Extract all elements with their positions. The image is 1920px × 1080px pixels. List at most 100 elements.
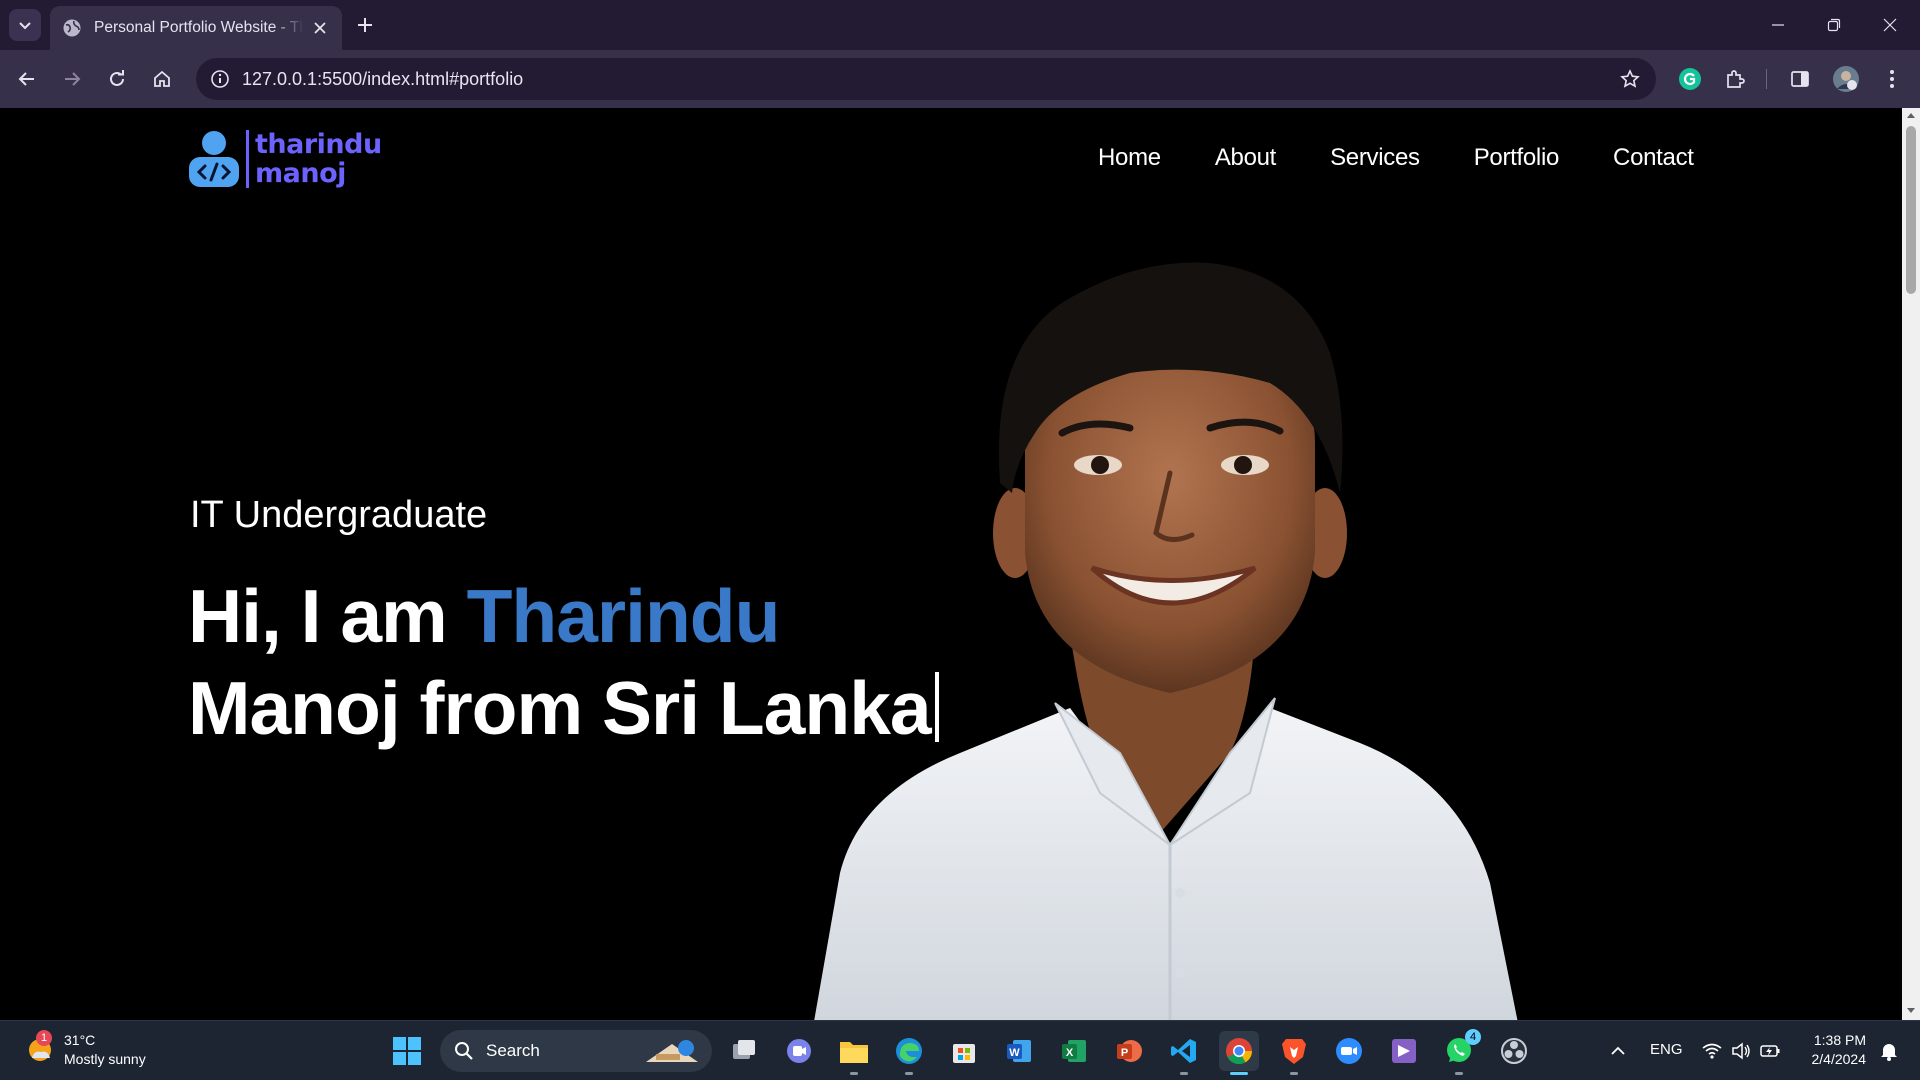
profile-button[interactable] [1830,63,1862,95]
search-highlight-icon [646,1040,698,1062]
chrome-button[interactable] [1219,1031,1259,1075]
bookmark-button[interactable] [1614,63,1646,95]
page-scrollbar[interactable] [1902,108,1920,1020]
restore-button[interactable] [1806,0,1862,50]
nav-home[interactable]: Home [1098,144,1161,172]
show-hidden-icons-button[interactable] [1598,1031,1638,1071]
star-icon [1620,69,1640,88]
vscode-button[interactable] [1164,1031,1204,1075]
svg-text:X: X [1066,1047,1074,1059]
nav-contact[interactable]: Contact [1613,144,1694,172]
side-panel-icon [1791,71,1809,87]
reload-icon [110,70,124,86]
visual-studio-icon [1392,1039,1416,1063]
language-indicator[interactable]: ENG [1650,1041,1683,1058]
weather-badge: 1 [36,1030,52,1046]
developer-avatar-icon [189,131,239,187]
url-text: 127.0.0.1:5500/index.html#portfolio [242,69,524,89]
wifi-status[interactable] [1697,1031,1727,1071]
site-logo[interactable]: tharindu manoj [188,130,382,188]
running-indicator [1455,1072,1463,1075]
whatsapp-button[interactable]: 4 [1439,1029,1481,1075]
edge-icon [896,1038,922,1064]
wifi-icon [1702,1043,1722,1059]
main-nav: Home About Services Portfolio Contact [1098,144,1748,172]
microsoft-store-button[interactable] [944,1031,984,1071]
volume-status[interactable] [1726,1031,1756,1071]
browser-tab-active[interactable]: Personal Portfolio Website - Tharindu Ma… [50,6,342,50]
system-clock[interactable]: 1:38 PM 2/4/2024 [1812,1031,1867,1069]
close-tab-button[interactable] [310,18,330,38]
tab-title: Personal Portfolio Website - Tharindu Ma… [94,19,304,36]
puzzle-icon [1727,70,1745,88]
reload-button[interactable] [101,63,133,95]
restore-icon [1827,18,1841,32]
headline-prefix: Hi, I am [188,574,467,658]
weather-widget[interactable]: 1 31°C Mostly sunny [24,1030,146,1069]
obs-button[interactable] [1494,1031,1534,1071]
chevron-up-icon [1611,1046,1625,1055]
teams-chat-button[interactable] [779,1031,819,1071]
minimize-button[interactable] [1750,0,1806,50]
address-bar[interactable]: 127.0.0.1:5500/index.html#portfolio [196,58,1656,100]
running-indicator [905,1072,913,1075]
logo-divider [246,130,249,188]
running-indicator [1180,1072,1188,1075]
headline-name: Tharindu [466,574,781,658]
svg-text:P: P [1121,1047,1128,1059]
scroll-down-arrow[interactable] [1907,1008,1915,1013]
forward-button[interactable] [56,63,88,95]
profile-photo [814,262,1518,1020]
zoom-icon [1336,1038,1362,1064]
site-info-button[interactable] [204,63,236,95]
bell-icon [1881,1044,1897,1061]
grammarly-icon [1679,68,1701,90]
task-view-icon [733,1040,755,1059]
battery-status[interactable] [1755,1031,1785,1071]
nav-about[interactable]: About [1215,144,1277,172]
notifications-button[interactable] [1874,1031,1904,1071]
chevron-down-icon [19,22,31,30]
chrome-icon [1226,1038,1253,1065]
brave-button[interactable] [1274,1031,1314,1075]
word-button[interactable]: W [999,1031,1039,1071]
weather-desc: Mostly sunny [64,1051,146,1067]
taskbar-search[interactable]: Search [440,1030,712,1072]
close-window-button[interactable] [1862,0,1918,50]
side-panel-button[interactable] [1784,63,1816,95]
file-explorer-button[interactable] [834,1031,874,1075]
tab-search-button[interactable] [9,9,41,41]
back-button[interactable] [11,63,43,95]
logo-line-2: manoj [255,158,346,189]
excel-icon: X [1062,1040,1086,1062]
home-button[interactable] [146,63,178,95]
word-icon: W [1007,1040,1031,1062]
arrow-right-icon [65,72,81,86]
whatsapp-badge: 4 [1465,1029,1481,1045]
scroll-up-arrow[interactable] [1907,113,1915,118]
task-view-button[interactable] [724,1031,764,1071]
globe-icon [63,19,81,37]
chrome-menu-button[interactable] [1876,63,1908,95]
more-vertical-icon [1890,70,1894,88]
hero-subtitle: IT Undergraduate [190,494,488,536]
search-label: Search [486,1041,540,1060]
minimize-icon [1772,24,1784,26]
edge-button[interactable] [889,1031,929,1075]
arrow-left-icon [18,72,34,86]
vscode-icon [1171,1039,1196,1063]
close-icon [1883,18,1897,32]
powerpoint-button[interactable]: P [1109,1031,1149,1071]
excel-button[interactable]: X [1054,1031,1094,1071]
zoom-button[interactable] [1329,1031,1369,1071]
nav-portfolio[interactable]: Portfolio [1474,144,1560,172]
home-icon [154,70,170,87]
nav-services[interactable]: Services [1330,144,1420,172]
grammarly-extension-button[interactable] [1674,63,1706,95]
visual-studio-button[interactable] [1384,1031,1424,1071]
new-tab-button[interactable] [352,12,378,38]
extensions-button[interactable] [1719,63,1751,95]
scrollbar-thumb[interactable] [1906,126,1916,294]
close-icon [314,22,326,34]
start-button[interactable] [387,1031,427,1071]
